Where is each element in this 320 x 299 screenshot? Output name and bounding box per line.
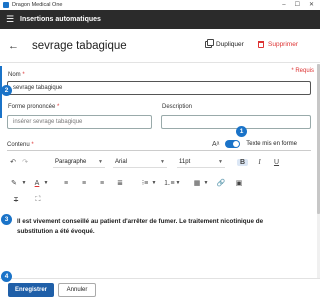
chevron-down-icon: ▼ [218, 158, 223, 165]
table-icon[interactable]: ▦ [191, 179, 203, 187]
clear-format-icon[interactable]: T [9, 197, 23, 204]
content-label: Contenu * [7, 142, 34, 148]
spoken-form-field[interactable]: insérer sevrage tabagique [7, 115, 152, 129]
duplicate-label: Dupliquer [216, 41, 244, 48]
font-size-select[interactable]: 11pt ▼ [177, 156, 225, 168]
toolbar-row-1: ↶ ↷ Paragraphe ▼ Arial ▼ 11pt ▼ B I U [7, 155, 311, 169]
step-badge-4: 4 [1, 271, 12, 282]
description-field[interactable] [161, 115, 311, 129]
hamburger-menu-icon[interactable]: ☰ [0, 14, 20, 25]
description-label: Description [162, 104, 193, 110]
duplicate-button[interactable]: Dupliquer [205, 39, 244, 48]
paragraph-select[interactable]: Paragraphe ▼ [53, 156, 105, 168]
save-button[interactable]: Enregistrer [8, 283, 54, 297]
toolbar-row-3: T ⛶ [7, 193, 311, 207]
chevron-down-icon[interactable]: ▼ [21, 180, 27, 186]
window-titlebar: Dragon Medical One – ☐ ✕ [0, 0, 320, 10]
spoken-form-label-text: Forme prononcée [8, 104, 56, 110]
content-line: Il est vivement conseillé au patient d'a… [17, 218, 264, 225]
required-star: * [20, 72, 25, 78]
content-line: substitution a été évoqué. [17, 227, 95, 235]
chevron-down-icon[interactable]: ▼ [151, 180, 157, 186]
step-badge-3: 3 [1, 214, 12, 225]
align-justify-icon[interactable]: ≣ [113, 179, 127, 187]
window-title: Dragon Medical One [12, 2, 63, 8]
close-window-button[interactable]: ✕ [309, 0, 314, 10]
image-icon[interactable]: ▣ [233, 179, 245, 187]
font-color-icon[interactable]: A [31, 180, 43, 187]
redo-icon[interactable]: ↷ [19, 158, 31, 166]
editor-content[interactable]: Il est vivement conseillé au patient d'a… [17, 217, 307, 236]
chevron-down-icon: ▼ [98, 158, 103, 165]
formatted-text-toggle-group: Aᵃ Texte mis en forme [212, 140, 297, 148]
dragon-logo-icon [3, 2, 9, 8]
minimize-button[interactable]: – [282, 0, 285, 10]
delete-label: Supprimer [268, 41, 298, 48]
chevron-down-icon[interactable]: ▼ [203, 180, 209, 186]
app-bar: ☰ Insertions automatiques [0, 10, 320, 29]
align-right-icon[interactable]: ≡ [95, 180, 109, 187]
cancel-button[interactable]: Annuler [58, 283, 96, 297]
italic-icon[interactable]: I [254, 158, 265, 166]
formatted-text-label: Texte mis en forme [246, 141, 297, 147]
align-center-icon[interactable]: ≡ [77, 180, 91, 187]
maximize-button[interactable]: ☐ [295, 0, 300, 10]
toolbar-row-2: ✎ ▼ A ▼ ≡ ≡ ≡ ≣ ⁝≡ ▼ ⒈≡ ▼ ▦ ▼ 🔗 ▣ [7, 176, 311, 190]
step-badge-2: 2 [1, 85, 12, 96]
page-header: ← sevrage tabagique Dupliquer Supprimer [0, 29, 320, 63]
name-label-text: Nom [8, 72, 21, 78]
delete-button[interactable]: Supprimer [258, 41, 298, 48]
align-left-icon[interactable]: ≡ [59, 180, 73, 187]
undo-icon[interactable]: ↶ [7, 158, 19, 166]
chevron-down-icon[interactable]: ▼ [175, 180, 181, 186]
required-note: * Requis [291, 68, 314, 74]
link-icon[interactable]: 🔗 [215, 179, 227, 187]
name-label: Nom * [8, 72, 25, 78]
font-select-value: Arial [115, 158, 128, 165]
paragraph-select-value: Paragraphe [55, 158, 87, 165]
bold-icon[interactable]: B [237, 158, 248, 166]
required-star: * [55, 104, 60, 110]
duplicate-icon [205, 39, 214, 48]
trash-icon [258, 41, 264, 48]
font-size-select-value: 11pt [179, 158, 191, 165]
bulleted-list-icon[interactable]: ⁝≡ [139, 179, 151, 187]
underline-icon[interactable]: U [271, 159, 282, 166]
numbered-list-icon[interactable]: ⒈≡ [163, 178, 175, 188]
formatted-text-toggle[interactable] [225, 140, 241, 148]
font-select[interactable]: Arial ▼ [113, 156, 167, 168]
content-label-text: Contenu [7, 142, 30, 148]
chevron-down-icon[interactable]: ▼ [43, 180, 49, 186]
chevron-down-icon: ▼ [160, 158, 165, 165]
step-badge-1: 1 [236, 126, 247, 137]
highlight-color-icon[interactable]: ✎ [7, 179, 21, 187]
name-field[interactable]: sevrage tabagique [7, 81, 311, 95]
spoken-form-label: Forme prononcée * [8, 104, 59, 110]
page-title: sevrage tabagique [32, 39, 127, 52]
rich-text-editor: ↶ ↷ Paragraphe ▼ Arial ▼ 11pt ▼ B I U ✎ ▼ A… [7, 150, 311, 272]
required-star: * [29, 142, 34, 148]
back-arrow-icon[interactable]: ← [8, 40, 26, 52]
app-bar-title: Insertions automatiques [20, 16, 101, 23]
fullscreen-icon[interactable]: ⛶ [31, 196, 45, 204]
text-format-icon: Aᵃ [212, 140, 220, 148]
